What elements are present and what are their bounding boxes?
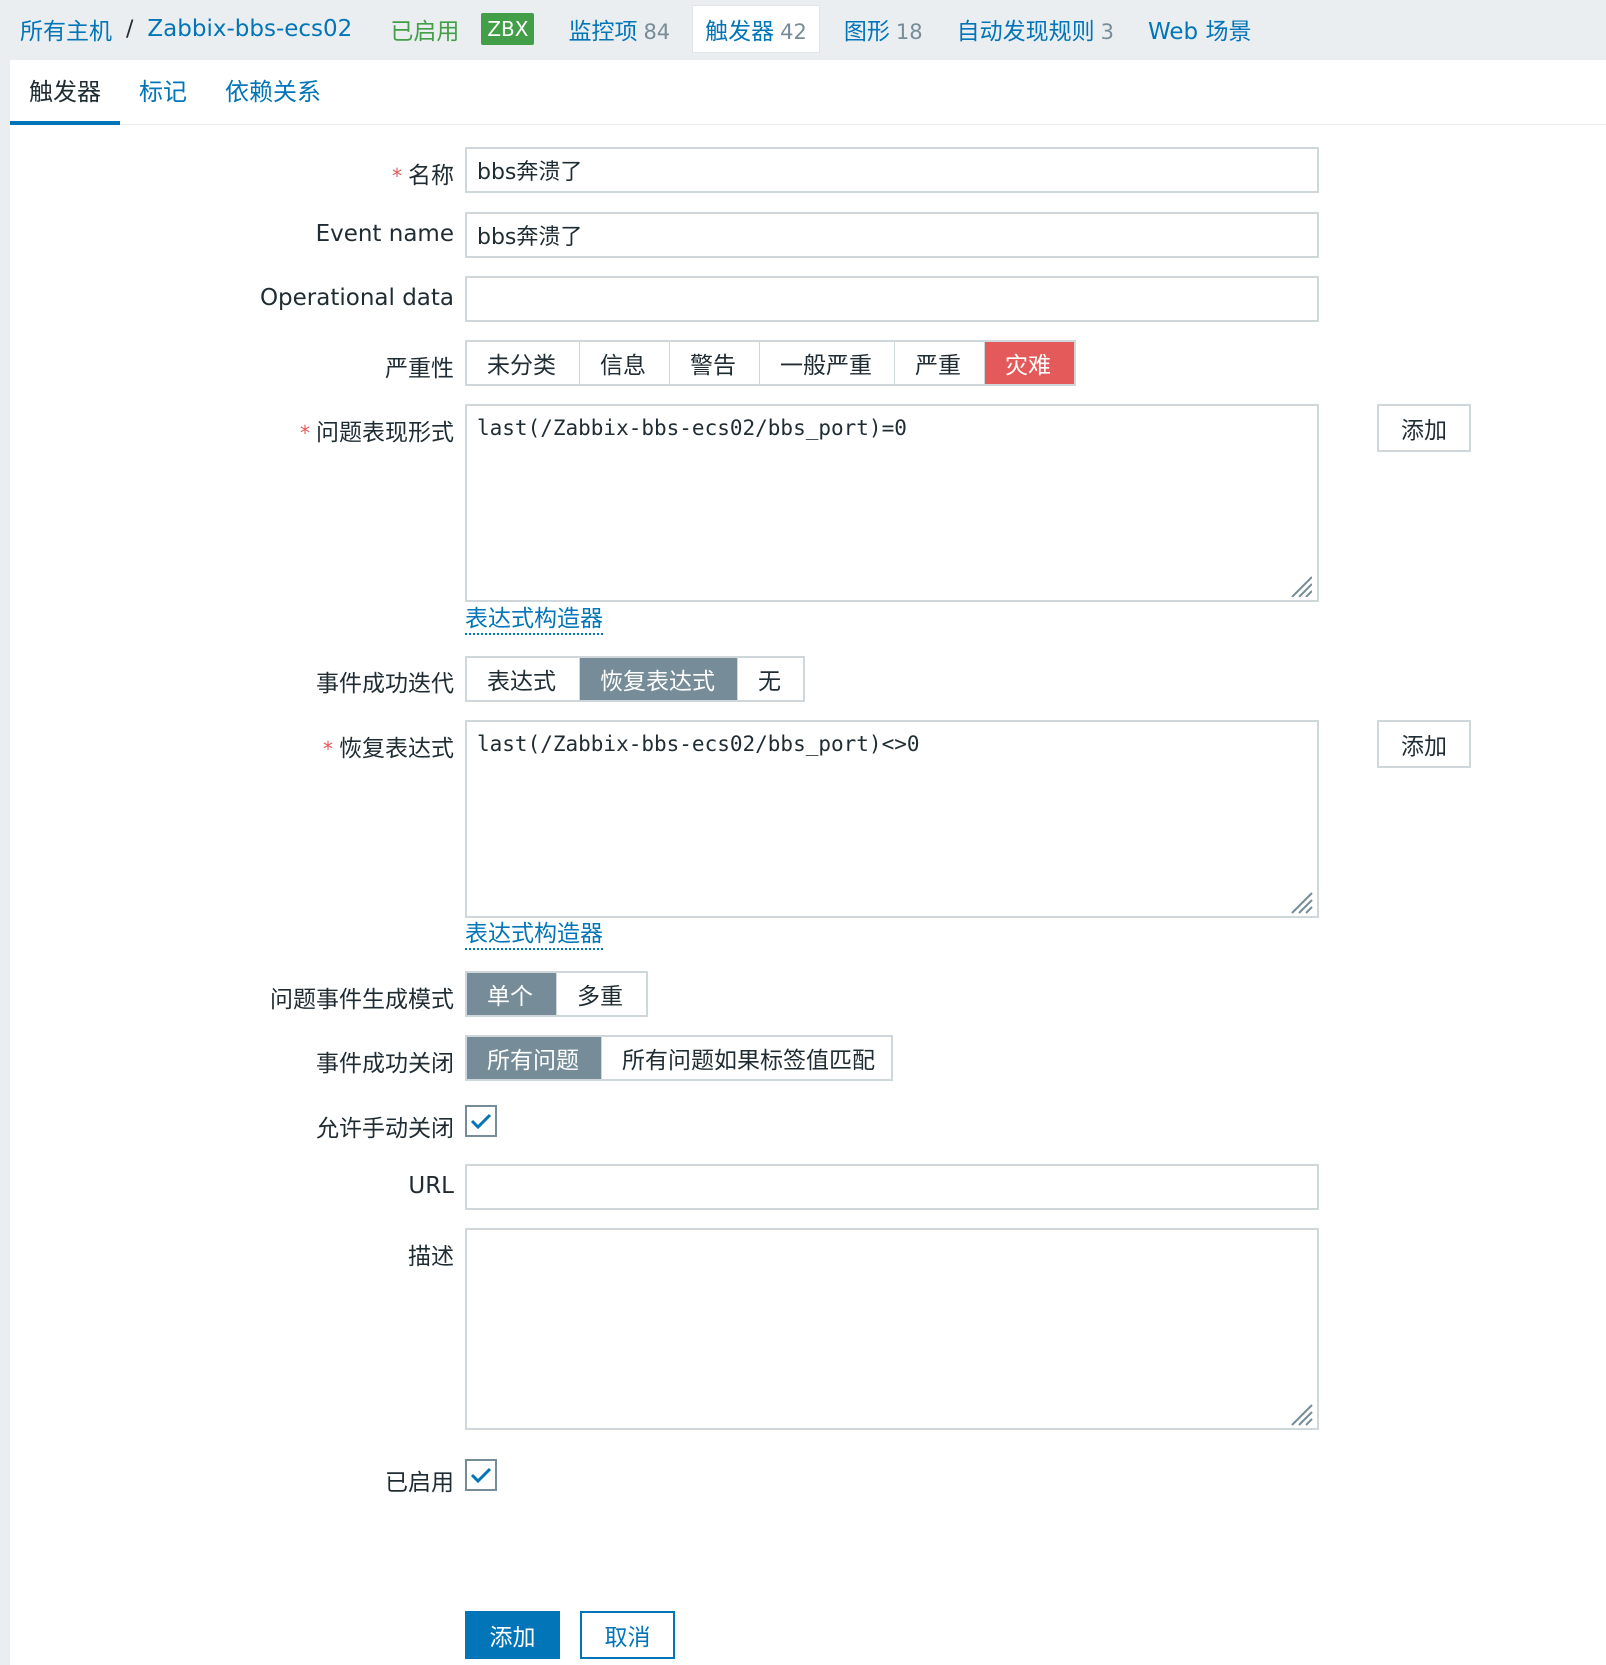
severity-information[interactable]: 信息 <box>580 342 670 384</box>
ok-closes-tag-match[interactable]: 所有问题如果标签值匹配 <box>602 1037 891 1079</box>
ok-event-expression[interactable]: 表达式 <box>467 658 580 700</box>
description-textarea[interactable] <box>465 1228 1319 1430</box>
nav-graphs-count: 18 <box>895 20 923 44</box>
url-input[interactable] <box>465 1164 1319 1210</box>
host-navigation: 所有主机 / Zabbix-bbs-ecs02 已启用 ZBX 监控项 84 触发… <box>0 0 1606 58</box>
event-name-input[interactable] <box>465 212 1319 258</box>
problem-expression-label-text: 问题表现形式 <box>316 420 454 446</box>
severity-disaster[interactable]: 灾难 <box>985 342 1074 384</box>
nav-web-label: Web 场景 <box>1148 19 1252 45</box>
generation-mode-multiple[interactable]: 多重 <box>557 973 646 1015</box>
nav-discovery-label: 自动发现规则 <box>956 19 1095 45</box>
nav-items-count: 84 <box>643 20 671 44</box>
event-name-label: Event name <box>315 221 454 247</box>
severity-high[interactable]: 严重 <box>895 342 985 384</box>
resize-handle-icon[interactable] <box>1288 889 1314 915</box>
enabled-label: 已启用 <box>385 1470 454 1496</box>
operational-data-input[interactable] <box>465 276 1319 322</box>
form-tabs: 触发器 标记 依赖关系 <box>10 60 1606 125</box>
host-status[interactable]: 已启用 <box>390 12 459 46</box>
nav-triggers-count: 42 <box>780 20 807 44</box>
description-label: 描述 <box>408 1244 454 1270</box>
enabled-checkbox[interactable] <box>465 1459 497 1491</box>
problem-add-button[interactable]: 添加 <box>1377 404 1471 452</box>
nav-items[interactable]: 监控项 84 <box>568 12 670 46</box>
recovery-expression-label-text: 恢复表达式 <box>339 736 454 762</box>
ok-event-none[interactable]: 无 <box>738 658 803 700</box>
ok-event-generation-label: 事件成功迭代 <box>316 671 454 697</box>
name-label: * 名称 <box>392 156 454 190</box>
breadcrumb-host[interactable]: Zabbix-bbs-ecs02 <box>147 16 352 42</box>
severity-label: 严重性 <box>385 356 454 382</box>
ok-event-closes-selector: 所有问题 所有问题如果标签值匹配 <box>465 1035 893 1081</box>
trigger-form-panel: 触发器 标记 依赖关系 *名称 Event name Operational d… <box>10 60 1606 1665</box>
ok-event-generation-selector: 表达式 恢复表达式 无 <box>465 656 805 702</box>
ok-event-closes-label: 事件成功关闭 <box>316 1051 454 1077</box>
operational-data-label: Operational data <box>259 285 454 311</box>
allow-manual-close-checkbox[interactable] <box>465 1105 497 1137</box>
resize-handle-icon[interactable] <box>1288 1401 1314 1427</box>
required-marker: * <box>392 164 402 188</box>
problem-expression-builder-link[interactable]: 表达式构造器 <box>465 605 603 635</box>
severity-average[interactable]: 一般严重 <box>760 342 895 384</box>
submit-add-button[interactable]: 添加 <box>465 1611 560 1659</box>
cancel-button[interactable]: 取消 <box>580 1611 675 1659</box>
ok-event-recovery-expression[interactable]: 恢复表达式 <box>580 658 738 700</box>
checkmark-icon <box>470 1467 492 1484</box>
allow-manual-close-label: 允许手动关闭 <box>316 1116 454 1142</box>
tab-dependencies[interactable]: 依赖关系 <box>206 60 340 124</box>
ok-closes-all-problems[interactable]: 所有问题 <box>467 1037 602 1079</box>
nav-discovery-rules[interactable]: 自动发现规则 3 <box>957 12 1114 46</box>
breadcrumb-all-hosts[interactable]: 所有主机 <box>20 12 112 46</box>
generation-mode-label: 问题事件生成模式 <box>270 987 454 1013</box>
nav-items-label: 监控项 <box>568 19 638 45</box>
required-marker: * <box>323 737 333 761</box>
name-input[interactable] <box>465 147 1319 193</box>
checkmark-icon <box>470 1113 492 1130</box>
generation-mode-single[interactable]: 单个 <box>467 973 557 1015</box>
zbx-availability-badge: ZBX <box>481 13 535 45</box>
nav-discovery-count: 3 <box>1100 20 1115 44</box>
severity-warning[interactable]: 警告 <box>670 342 760 384</box>
recovery-add-button[interactable]: 添加 <box>1377 720 1471 768</box>
tab-tags[interactable]: 标记 <box>120 60 206 124</box>
severity-selector: 未分类 信息 警告 一般严重 严重 灾难 <box>465 340 1076 386</box>
nav-graphs[interactable]: 图形 18 <box>844 12 923 46</box>
breadcrumb-separator: / <box>126 16 134 42</box>
problem-expression-label: * 问题表现形式 <box>300 413 454 447</box>
severity-not-classified[interactable]: 未分类 <box>467 342 580 384</box>
resize-handle-icon[interactable] <box>1288 573 1312 597</box>
nav-triggers[interactable]: 触发器 42 <box>692 5 820 53</box>
problem-expression-textarea[interactable]: last(/Zabbix-bbs-ecs02/bbs_port)=0 <box>465 404 1319 602</box>
required-marker: * <box>300 421 310 445</box>
nav-triggers-label: 触发器 <box>705 19 775 45</box>
generation-mode-selector: 单个 多重 <box>465 971 648 1017</box>
recovery-expression-label: * 恢复表达式 <box>323 729 454 763</box>
nav-web-scenarios[interactable]: Web 场景 <box>1148 12 1251 46</box>
recovery-expression-textarea[interactable]: last(/Zabbix-bbs-ecs02/bbs_port)<>0 <box>465 720 1319 918</box>
tab-trigger[interactable]: 触发器 <box>10 60 120 125</box>
recovery-expression-builder-link[interactable]: 表达式构造器 <box>465 920 603 950</box>
url-label: URL <box>408 1173 454 1199</box>
nav-graphs-label: 图形 <box>843 19 890 45</box>
name-label-text: 名称 <box>408 163 454 189</box>
